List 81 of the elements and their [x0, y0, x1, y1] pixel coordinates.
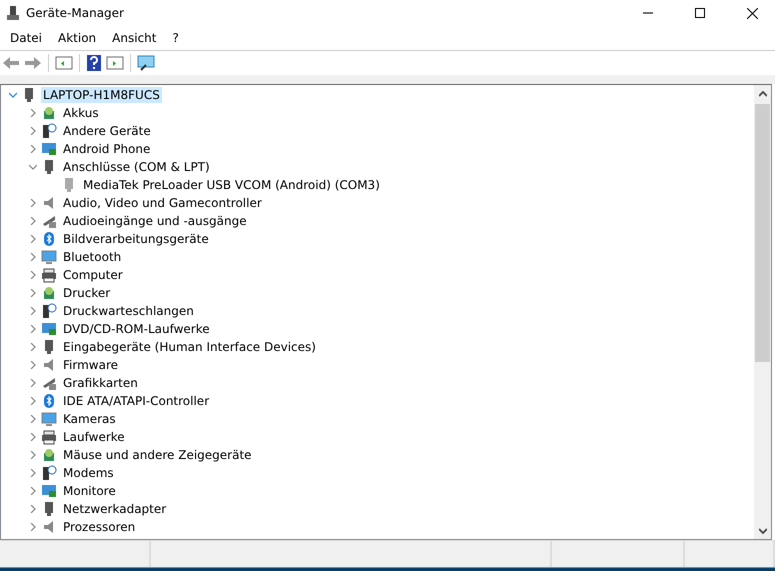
tree-item[interactable]: Laufwerke	[61, 429, 127, 445]
tree-item[interactable]: Prozessoren	[61, 519, 138, 535]
device-icon	[41, 411, 57, 427]
tree-item[interactable]: Netzwerkadapter	[61, 501, 168, 517]
device-icon	[41, 465, 57, 481]
tree-item[interactable]: Andere Geräte	[61, 123, 153, 139]
expand-chevron-icon[interactable]	[29, 397, 37, 405]
device-icon	[41, 375, 57, 391]
collapse-chevron-icon[interactable]	[9, 91, 17, 99]
tree-item[interactable]: Drucker	[61, 285, 112, 301]
expand-chevron-icon[interactable]	[29, 361, 37, 369]
expand-chevron-icon[interactable]	[29, 523, 37, 531]
back-arrow-icon[interactable]	[2, 55, 20, 71]
expand-chevron-icon[interactable]	[29, 487, 37, 495]
tree-item[interactable]: Monitore	[61, 483, 118, 499]
expand-chevron-icon[interactable]	[29, 451, 37, 459]
tree-item[interactable]: Modems	[61, 465, 116, 481]
device-icon	[41, 105, 57, 121]
forward-arrow-icon[interactable]	[24, 55, 42, 71]
help-icon[interactable]	[86, 54, 102, 72]
expand-chevron-icon[interactable]	[29, 343, 37, 351]
tree-item[interactable]: Kameras	[61, 411, 118, 427]
expand-chevron-icon[interactable]	[29, 235, 37, 243]
expand-chevron-icon[interactable]	[29, 433, 37, 441]
expand-chevron-icon[interactable]	[29, 505, 37, 513]
tree-item[interactable]: Druckwarteschlangen	[61, 303, 196, 319]
tree-item[interactable]: Audio, Video und Gamecontroller	[61, 195, 264, 211]
expand-chevron-icon[interactable]	[29, 271, 37, 279]
expand-chevron-icon[interactable]	[29, 127, 37, 135]
expand-chevron-icon[interactable]	[29, 253, 37, 261]
monitor-search-icon[interactable]	[137, 54, 157, 72]
expand-chevron-icon[interactable]	[29, 415, 37, 423]
tree-item[interactable]: DVD/CD-ROM-Laufwerke	[61, 321, 212, 337]
expand-chevron-icon[interactable]	[29, 307, 37, 315]
device-icon	[41, 393, 57, 409]
device-icon	[41, 447, 57, 463]
device-icon	[41, 141, 57, 157]
device-icon	[41, 483, 57, 499]
tree-item[interactable]: Audioeingänge und -ausgänge	[61, 213, 249, 229]
device-icon	[41, 429, 57, 445]
tree-item[interactable]: LAPTOP-H1M8FUCS	[41, 87, 162, 103]
device-icon	[41, 303, 57, 319]
tree-item[interactable]: Eingabegeräte (Human Interface Devices)	[61, 339, 318, 355]
expand-chevron-icon[interactable]	[29, 199, 37, 207]
app-icon	[6, 6, 20, 20]
menu-item[interactable]: ?	[164, 31, 187, 45]
device-icon	[41, 231, 57, 247]
expand-chevron-icon[interactable]	[29, 379, 37, 387]
tree-item[interactable]: Bluetooth	[61, 249, 124, 265]
collapse-chevron-icon[interactable]	[29, 163, 37, 171]
scrollbar-thumb[interactable]	[755, 104, 770, 362]
menu-item[interactable]: Ansicht	[104, 31, 164, 45]
expand-chevron-icon[interactable]	[29, 145, 37, 153]
tree-item[interactable]: Computer	[61, 267, 125, 283]
tree-item[interactable]: Android Phone	[61, 141, 152, 157]
expand-chevron-icon[interactable]	[29, 289, 37, 297]
menu-item[interactable]: Datei	[2, 31, 50, 45]
expand-chevron-icon[interactable]	[29, 217, 37, 225]
expand-chevron-icon[interactable]	[29, 325, 37, 333]
device-icon	[41, 123, 57, 139]
tree-item[interactable]: Firmware	[61, 357, 120, 373]
menu-item[interactable]: Aktion	[50, 31, 104, 45]
tree-item[interactable]: Bildverarbeitungsgeräte	[61, 231, 211, 247]
device-icon	[41, 267, 57, 283]
expand-chevron-icon[interactable]	[29, 469, 37, 477]
close-icon[interactable]	[746, 8, 758, 18]
tree-item[interactable]: Anschlüsse (COM & LPT)	[61, 159, 212, 175]
expand-chevron-icon[interactable]	[29, 109, 37, 117]
tree-item[interactable]: Akkus	[61, 105, 101, 121]
panel-icon[interactable]	[55, 55, 73, 71]
tree-item[interactable]: MediaTek PreLoader USB VCOM (Android) (COM3)	[81, 177, 382, 193]
tree-item[interactable]: Grafikkarten	[61, 375, 140, 391]
panel-icon[interactable]	[106, 55, 124, 71]
window-title: Geräte-Manager	[26, 6, 125, 20]
device-icon	[41, 285, 57, 301]
device-icon	[41, 213, 57, 229]
tree-item[interactable]: IDE ATA/ATAPI-Controller	[61, 393, 212, 409]
device-icon	[41, 249, 57, 265]
tree-item[interactable]: Mäuse und andere Zeigegeräte	[61, 447, 254, 463]
maximize-icon[interactable]	[695, 8, 705, 18]
device-icon	[41, 321, 57, 337]
